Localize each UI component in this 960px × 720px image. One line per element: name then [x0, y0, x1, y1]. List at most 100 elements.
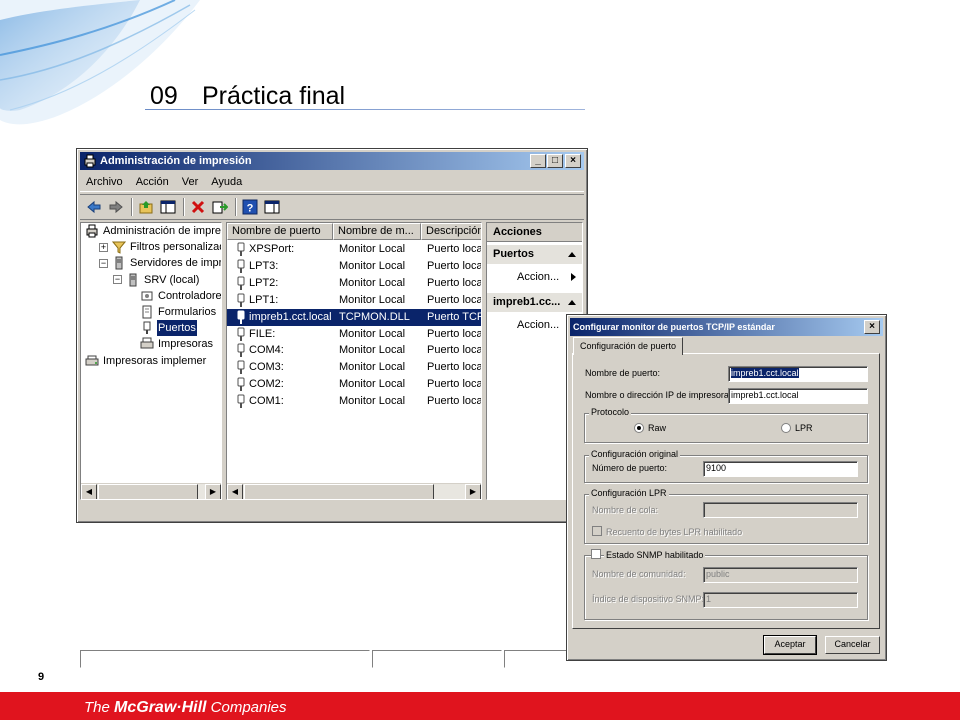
raw-label: Raw [648, 423, 667, 433]
menu-archivo[interactable]: Archivo [86, 176, 123, 188]
toolbar-separator [183, 198, 185, 216]
ip-address-input[interactable]: impreb1.cct.local [728, 388, 868, 404]
logo-brand-name: McGraw·Hill [114, 699, 207, 716]
port-desc-cell: Puerto loca [427, 293, 482, 306]
slide-title-text: Práctica final [202, 82, 346, 110]
minimize-button[interactable]: _ [530, 154, 546, 168]
delete-button[interactable] [188, 197, 208, 217]
tree-item[interactable]: Administración de impres [85, 223, 221, 239]
tree-horizontal-scrollbar[interactable]: ◀ ▶ [81, 483, 221, 499]
tree-item[interactable]: Formularios [127, 304, 217, 320]
scroll-left-button[interactable]: ◀ [81, 484, 97, 499]
port-icon [237, 242, 245, 256]
actions-group-puertos[interactable]: Puertos [487, 245, 582, 264]
main-window-titlebar[interactable]: Administración de impresión _ □ × [80, 152, 584, 170]
port-row[interactable]: impreb1.cct.local TCPMON.DLL Puerto TCP [227, 308, 482, 326]
up-button[interactable] [136, 197, 156, 217]
port-name-label: Nombre de puerto: [585, 368, 661, 378]
raw-radio[interactable] [634, 423, 644, 433]
cancel-button[interactable]: Cancelar [825, 636, 880, 654]
queue-name-label: Nombre de cola: [592, 505, 659, 515]
tree-item[interactable]: − Servidores de impres [99, 255, 221, 271]
port-desc-cell: Puerto loca [427, 276, 482, 289]
scroll-right-button[interactable]: ▶ [465, 484, 481, 499]
help-button[interactable]: ? [240, 197, 260, 217]
port-row[interactable]: COM2: Monitor Local Puerto loca [227, 376, 481, 393]
lpr-byte-count-checkbox[interactable] [592, 526, 602, 536]
lpr-radio[interactable] [781, 423, 791, 433]
collapse-icon[interactable]: − [99, 258, 108, 268]
menu-ayuda[interactable]: Ayuda [211, 176, 242, 188]
port-row[interactable]: LPT2: Monitor Local Puerto loca [227, 275, 482, 292]
tree-item[interactable]: + Filtros personalizado [99, 239, 221, 255]
maximize-button[interactable]: □ [547, 154, 563, 168]
scroll-thumb[interactable] [98, 484, 198, 499]
close-button[interactable]: × [565, 154, 581, 168]
port-name-input[interactable]: impreb1.cct.local [728, 366, 868, 382]
port-number-input[interactable]: 9100 [703, 461, 858, 477]
port-icon [237, 327, 245, 341]
port-row[interactable]: XPSPort: Monitor Local Puerto loca [227, 241, 481, 258]
actions-item-label: Accion... [517, 319, 560, 331]
original-config-group-title: Configuración original [589, 449, 681, 459]
scroll-right-button[interactable]: ▶ [205, 484, 221, 499]
tree-item[interactable]: − SRV (local) [113, 272, 200, 288]
status-bar [80, 650, 586, 669]
tab-port-configuration[interactable]: Configuración de puerto [573, 337, 684, 355]
collapse-icon[interactable]: − [113, 275, 122, 285]
ok-button[interactable]: Aceptar [763, 635, 817, 655]
column-header-port-name[interactable]: Nombre de puerto [227, 223, 333, 240]
port-icon [237, 293, 245, 307]
port-desc-cell: Puerto TCP [427, 310, 482, 323]
ip-address-label: Nombre o dirección IP de impresora: [585, 390, 732, 400]
port-row[interactable]: COM3: Monitor Local Puerto loca [227, 359, 481, 376]
actions-group-label: impreb1.cc... [493, 296, 561, 308]
forward-button[interactable] [106, 197, 126, 217]
title-underline [145, 109, 585, 110]
port-name-cell: impreb1.cct.local [249, 310, 331, 323]
menu-accion[interactable]: Acción [136, 176, 169, 188]
port-row[interactable]: FILE: Monitor Local Puerto loca [227, 326, 481, 343]
snmp-enabled-label: Estado SNMP habilitado [604, 550, 706, 560]
queue-name-input[interactable] [703, 502, 858, 518]
column-header-monitor-name[interactable]: Nombre de m... [333, 223, 421, 240]
port-monitor-cell: Monitor Local [339, 259, 406, 272]
help-icon: ? [242, 199, 258, 215]
port-monitor-cell: Monitor Local [339, 327, 406, 340]
tree-item[interactable]: Impresoras implemer [85, 353, 207, 369]
list-horizontal-scrollbar[interactable]: ◀ ▶ [227, 483, 481, 499]
column-header-description[interactable]: Descripción [421, 223, 481, 240]
community-name-input[interactable]: public [703, 567, 858, 583]
actions-more-puertos[interactable]: Accion... [487, 268, 582, 287]
menu-ver[interactable]: Ver [182, 176, 199, 188]
snmp-index-input[interactable]: 1 [703, 592, 858, 608]
tree-item-label: Impresoras implemer [103, 354, 207, 367]
tree-item[interactable]: Controladore [127, 288, 221, 304]
snmp-index-label: Índice de dispositivo SNMP: [592, 594, 705, 604]
scroll-thumb[interactable] [244, 484, 434, 499]
port-row[interactable]: LPT3: Monitor Local Puerto loca [227, 258, 482, 275]
port-name-value: impreb1.cct.local [731, 368, 799, 378]
logo-prefix: The [84, 699, 115, 716]
dialog-titlebar[interactable]: Configurar monitor de puertos TCP/IP est… [570, 318, 883, 336]
port-row[interactable]: LPT1: Monitor Local Puerto loca [227, 292, 482, 309]
snmp-enabled-checkbox[interactable] [591, 549, 601, 559]
port-desc-cell: Puerto loca [427, 395, 482, 408]
port-monitor-cell: Monitor Local [339, 344, 406, 357]
dialog-close-button[interactable]: × [864, 320, 880, 334]
back-button[interactable] [84, 197, 104, 217]
action-pane-button[interactable] [262, 197, 282, 217]
port-desc-cell: Puerto loca [427, 259, 482, 272]
tree-item[interactable]: Impresoras [127, 336, 214, 352]
actions-group-port[interactable]: impreb1.cc... [487, 293, 582, 312]
port-row[interactable]: COM1: Monitor Local Puerto loca [227, 393, 482, 410]
scroll-left-button[interactable]: ◀ [227, 484, 243, 499]
server-icon [115, 256, 123, 270]
collapse-icon [568, 252, 576, 257]
export-button[interactable] [210, 197, 230, 217]
tree-item[interactable]: Puertos [127, 320, 197, 337]
port-row[interactable]: COM4: Monitor Local Puerto loca [227, 342, 481, 359]
expand-icon[interactable]: + [99, 242, 108, 252]
port-name-cell: FILE: [249, 327, 276, 340]
show-hide-tree-button[interactable] [158, 197, 178, 217]
